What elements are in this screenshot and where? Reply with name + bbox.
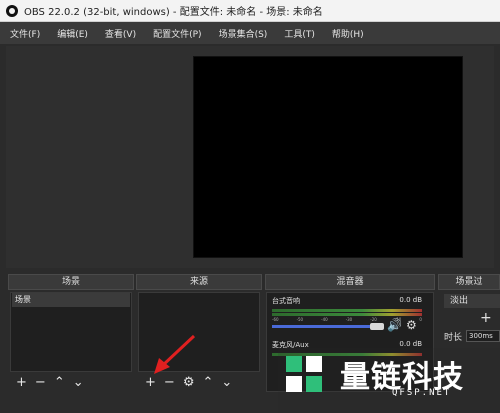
obs-logo-icon: [6, 4, 18, 17]
track-meter: [272, 309, 422, 312]
track-level: 0.0 dB: [399, 296, 422, 304]
meter-tick: -50: [296, 317, 304, 322]
scene-list-item[interactable]: 场景: [12, 293, 130, 307]
scene-down-button[interactable]: ⌄: [73, 374, 84, 392]
duration-label: 时长: [444, 333, 463, 343]
add-scene-button[interactable]: +: [16, 374, 27, 392]
track-meter: [272, 313, 422, 316]
menu-bar: 文件(F) 编辑(E) 查看(V) 配置文件(P) 场景集合(S) 工具(T) …: [0, 22, 500, 44]
desktop-volume-knob[interactable]: [370, 323, 384, 330]
scene-up-button[interactable]: ⌃: [54, 374, 65, 392]
meter-tick: 0: [419, 317, 422, 322]
speaker-icon[interactable]: 🔊: [387, 318, 402, 332]
meter-tick: -40: [321, 317, 328, 322]
desktop-volume-slider[interactable]: [272, 325, 380, 328]
transition-mode-value: 淡出: [450, 296, 469, 306]
duration-value: 300ms: [469, 332, 493, 340]
scenes-dock-header: 场景: [8, 274, 134, 290]
transition-select[interactable]: 淡出: [444, 294, 500, 308]
add-transition-button[interactable]: +: [480, 310, 492, 326]
scenes-dock-title: 场景: [61, 277, 80, 287]
menu-file[interactable]: 文件(F): [10, 27, 40, 40]
menu-profile[interactable]: 配置文件(P): [153, 27, 201, 40]
scenes-toolbar: + − ⌃ ⌄: [16, 374, 92, 392]
transitions-dock-title: 场景过: [455, 277, 483, 287]
window-titlebar: OBS 22.0.2 (32-bit, windows) - 配置文件: 未命名…: [0, 0, 500, 22]
meter-tick: -60: [272, 317, 279, 322]
window-title: OBS 22.0.2 (32-bit, windows) - 配置文件: 未命名…: [24, 7, 323, 18]
sources-dock-header: 来源: [136, 274, 262, 290]
transitions-dock-header: 场景过: [438, 274, 500, 290]
track-name: 台式音响: [272, 297, 300, 305]
watermark-logo-icon: [286, 356, 322, 392]
menu-help[interactable]: 帮助(H): [332, 27, 364, 40]
source-down-button[interactable]: ⌄: [221, 374, 232, 392]
menu-tools[interactable]: 工具(T): [284, 27, 315, 40]
remove-scene-button[interactable]: −: [35, 374, 46, 392]
scene-item-label: 场景: [15, 295, 31, 304]
watermark-sub-text: QFSP.NET: [392, 388, 452, 398]
mixer-dock-header: 混音器: [265, 274, 435, 290]
mixer-dock-title: 混音器: [336, 277, 364, 287]
menu-scene-collection[interactable]: 场景集合(S): [219, 27, 268, 40]
desktop-settings-gear-icon[interactable]: ⚙: [406, 318, 417, 332]
annotation-arrow-icon: [154, 334, 196, 374]
meter-tick: -30: [345, 317, 353, 322]
preview-canvas[interactable]: [193, 56, 463, 258]
source-up-button[interactable]: ⌃: [202, 374, 213, 392]
menu-view[interactable]: 查看(V): [105, 27, 136, 40]
duration-input[interactable]: 300ms: [466, 330, 500, 342]
menu-edit[interactable]: 编辑(E): [57, 27, 88, 40]
meter-tick: -20: [370, 317, 377, 322]
sources-dock-title: 来源: [189, 277, 208, 287]
